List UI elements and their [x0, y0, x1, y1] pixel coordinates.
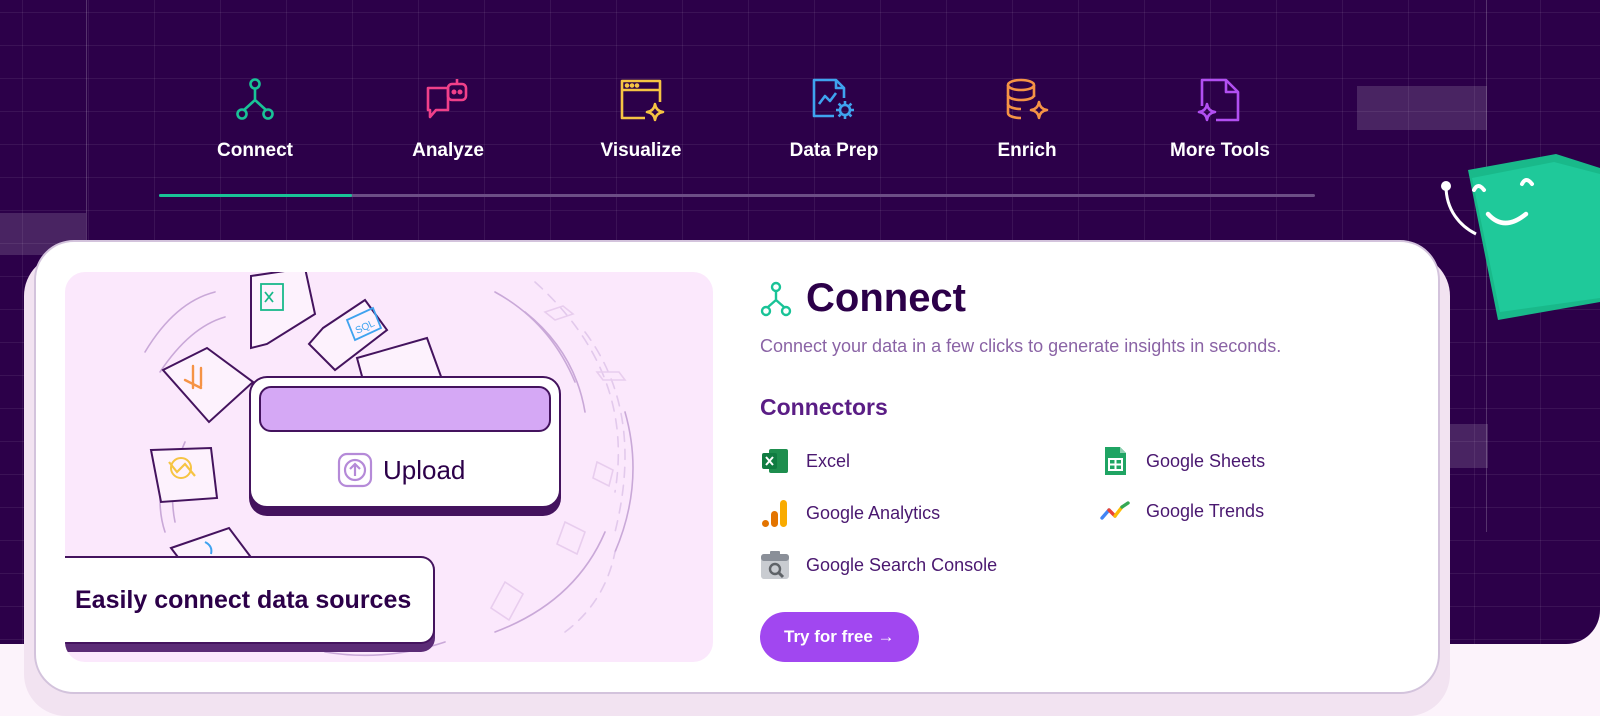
upload-card: Upload: [249, 376, 561, 508]
connect-network-icon: [760, 281, 792, 316]
mascot-illustration: [1441, 154, 1600, 320]
google-search-console-icon: [761, 551, 789, 579]
panel-subtitle: Connect your data in a few clicks to gen…: [760, 336, 1282, 356]
upload-widget: Upload: [249, 376, 561, 516]
connector-label: Excel: [806, 450, 851, 471]
connector-google-search-console[interactable]: Google Search Console: [760, 550, 997, 580]
file-sparkle-icon: [1197, 78, 1240, 122]
connector-excel[interactable]: Excel: [760, 446, 850, 476]
browser-sparkle-icon: [620, 79, 665, 122]
excel-icon: [762, 449, 788, 473]
tab-label: Connect: [217, 140, 293, 161]
connectors-heading: Connectors: [760, 394, 888, 420]
connect-network-icon: [236, 78, 274, 120]
tab-label: More Tools: [1170, 140, 1270, 161]
connector-google-trends[interactable]: Google Trends: [1100, 496, 1264, 526]
chat-bot-icon: [426, 79, 468, 119]
tab-label: Enrich: [997, 140, 1057, 161]
connector-label: Google Analytics: [806, 502, 941, 523]
connector-label: Google Search Console: [806, 554, 998, 575]
tab-data-prep[interactable]: Data Prep: [738, 76, 930, 172]
illustration-caption: Easily connect data sources: [75, 585, 412, 614]
grid-highlight: [1357, 86, 1487, 130]
google-analytics-icon: [762, 500, 787, 527]
caption-widget: Easily connect data sources: [65, 556, 435, 652]
google-sheets-icon: [1105, 447, 1126, 475]
upload-button[interactable]: Upload: [337, 450, 465, 490]
tab-analyze[interactable]: Analyze: [352, 76, 544, 172]
tab-label: Data Prep: [789, 140, 879, 161]
panel-title-row: Connect: [760, 276, 966, 321]
tab-visualize[interactable]: Visualize: [545, 76, 737, 172]
caption-card: Easily connect data sources: [65, 556, 435, 644]
connector-google-analytics[interactable]: Google Analytics: [760, 498, 940, 528]
google-trends-icon: [1100, 501, 1130, 520]
tab-label: Visualize: [600, 140, 682, 161]
connector-label: Google Trends: [1146, 500, 1265, 521]
tab-active-indicator: [159, 194, 352, 197]
database-sparkle-icon: [1006, 78, 1049, 120]
connect-panel: Connect Connect your data in a few click…: [760, 272, 1410, 672]
upload-input-bar[interactable]: [259, 386, 551, 432]
tab-enrich[interactable]: Enrich: [931, 76, 1123, 172]
tab-label: Analyze: [412, 140, 484, 161]
panel-title: Connect: [806, 276, 966, 320]
upload-arrow-icon: [337, 452, 373, 488]
tab-connect[interactable]: Connect: [159, 76, 351, 172]
feature-tabs: Connect Analyze Visualize Data Prep Enri…: [159, 76, 1315, 200]
upload-label: Upload: [383, 454, 466, 485]
connect-illustration: SQL Upload Easily connect data sources: [65, 272, 713, 662]
connector-label: Google Sheets: [1146, 450, 1266, 471]
chart-gear-icon: [812, 78, 854, 119]
try-for-free-button[interactable]: Try for free →: [760, 612, 919, 662]
tab-more-tools[interactable]: More Tools: [1124, 76, 1316, 172]
connector-google-sheets[interactable]: Google Sheets: [1100, 446, 1265, 476]
